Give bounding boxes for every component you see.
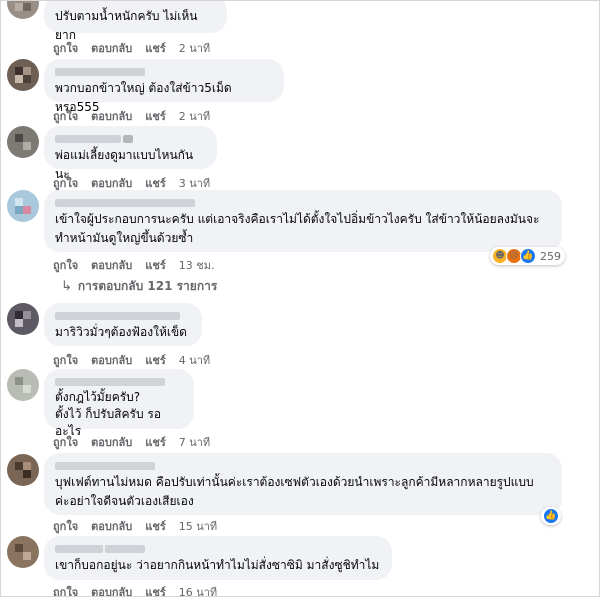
author-name[interactable] [55,66,273,77]
avatar[interactable] [7,1,39,19]
author-name[interactable] [55,376,183,387]
reply-link[interactable]: ตอบกลับ [91,517,132,535]
comment-actions: ถูกใจ ตอบกลับ แชร์ 15 นาที [53,517,217,535]
comment-text: มาริวิวมั่วๆต้องฟ้องให้เข็ด [55,325,187,339]
share-link[interactable]: แชร์ [145,351,165,369]
comment-actions: ถูกใจ ตอบกลับ แชร์ 2 นาที [53,39,210,57]
timestamp[interactable]: 4 นาที [179,351,210,369]
replies-label: การตอบกลับ 121 รายการ [77,279,218,293]
like-link[interactable]: ถูกใจ [53,583,78,596]
avatar[interactable] [7,369,39,401]
like-link[interactable]: ถูกใจ [53,351,78,369]
author-name[interactable] [55,543,381,554]
avatar[interactable] [7,190,39,222]
like-link[interactable]: ถูกใจ [53,517,78,535]
comment-bubble: พ่อแม่เลี้ยงดูมาแบบไหนกันนะ [44,126,217,181]
timestamp[interactable]: 15 นาที [179,517,217,535]
comment-bubble: ปรับตามน้ำหนักครับ ไม่เห็นยาก [44,1,227,42]
author-name[interactable] [55,460,551,471]
comment-actions: ถูกใจ ตอบกลับ แชร์ 4 นาที [53,351,210,369]
reply-arrow-icon: ↳ [61,279,72,294]
reply-link[interactable]: ตอบกลับ [91,39,132,57]
like-link[interactable]: ถูกใจ [53,107,78,125]
share-link[interactable]: แชร์ [145,107,165,125]
avatar[interactable] [7,454,39,486]
share-link[interactable]: แชร์ [145,39,165,57]
comment-bubble: บุฟเฟต์ทานไม่หมด คือปรับเท่านั้นค่ะเราต้… [44,453,562,515]
comment-thread: ปรับตามน้ำหนักครับ ไม่เห็นยาก ถูกใจ ตอบก… [0,0,600,597]
share-link[interactable]: แชร์ [145,517,165,535]
timestamp[interactable]: 2 นาที [179,39,210,57]
comment-bubble: ตั้งกฎไว้มั้ยครับ? ตั้งไว้ ก็ปรับสิครับ … [44,369,194,438]
author-name[interactable] [55,197,551,208]
share-link[interactable]: แชร์ [145,433,165,451]
comment-actions: ถูกใจ ตอบกลับ แชร์ 16 นาที [53,583,217,596]
like-link[interactable]: ถูกใจ [53,256,78,274]
comment-bubble: เขาก็บอกอยู่นะ ว่าอยากกินหน้าทำไมไม่สั่ง… [44,536,392,580]
reaction-summary[interactable]: 👍 [541,507,561,525]
like-icon: 👍 [543,508,559,524]
timestamp[interactable]: 13 ชม. [179,256,215,274]
comment-actions: ถูกใจ ตอบกลับ แชร์ 13 ชม. [53,256,214,274]
reply-link[interactable]: ตอบกลับ [91,256,132,274]
reaction-summary[interactable]: ☻ ☹ 👍 259 [490,247,565,265]
comment-text: บุฟเฟต์ทานไม่หมด คือปรับเท่านั้นค่ะเราต้… [55,475,534,508]
author-name[interactable] [55,133,206,144]
comment-bubble: พวกบอกข้าวใหญ่ ต้องใส่ข้าว5เม็ดหรอ555 [44,59,284,114]
comment-bubble: เข้าใจผู้ประกอบการนะครับ แต่เอาจริงคือเร… [44,190,562,252]
avatar[interactable] [7,126,39,158]
like-link[interactable]: ถูกใจ [53,39,78,57]
comment-bubble: มาริวิวมั่วๆต้องฟ้องให้เข็ด [44,303,202,346]
comment-text: เขาก็บอกอยู่นะ ว่าอยากกินหน้าทำไมไม่สั่ง… [55,558,380,572]
avatar[interactable] [7,536,39,568]
like-icon: 👍 [520,248,536,264]
reply-link[interactable]: ตอบกลับ [91,583,132,596]
timestamp[interactable]: 2 นาที [179,107,210,125]
share-link[interactable]: แชร์ [145,583,165,596]
reaction-count: 259 [540,249,561,263]
timestamp[interactable]: 16 นาที [179,583,217,596]
avatar[interactable] [7,303,39,335]
comment-text: เข้าใจผู้ประกอบการนะครับ แต่เอาจริงคือเร… [55,212,540,245]
avatar[interactable] [7,59,39,91]
share-link[interactable]: แชร์ [145,256,165,274]
like-link[interactable]: ถูกใจ [53,433,78,451]
reply-link[interactable]: ตอบกลับ [91,107,132,125]
timestamp[interactable]: 7 นาที [179,433,210,451]
comment-actions: ถูกใจ ตอบกลับ แชร์ 2 นาที [53,107,210,125]
comment-actions: ถูกใจ ตอบกลับ แชร์ 7 นาที [53,433,210,451]
reply-link[interactable]: ตอบกลับ [91,433,132,451]
view-replies-link[interactable]: ↳ การตอบกลับ 121 รายการ [61,277,217,296]
author-name[interactable] [55,310,191,321]
reply-link[interactable]: ตอบกลับ [91,351,132,369]
